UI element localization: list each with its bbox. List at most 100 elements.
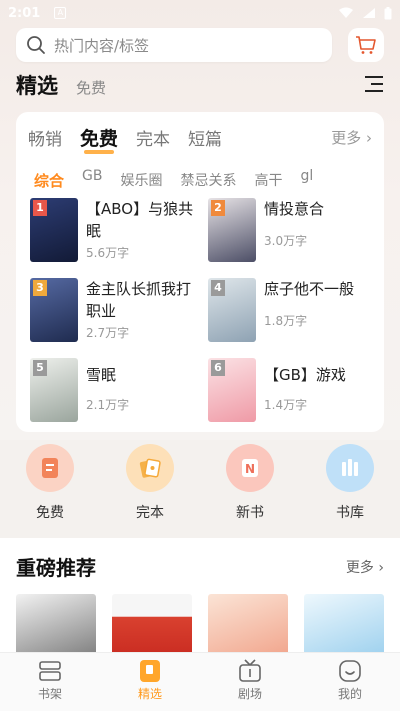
- book-item[interactable]: 2 情投意合 3.0万字: [208, 198, 380, 264]
- subtab-comprehensive[interactable]: 综合: [34, 170, 64, 191]
- book-word-count: 1.8万字: [264, 314, 308, 328]
- book-item[interactable]: 4 庶子他不一般 1.8万字: [208, 278, 380, 344]
- subtab-gl[interactable]: gl: [300, 168, 313, 184]
- nav-featured[interactable]: 精选: [120, 653, 180, 711]
- book-item[interactable]: 5 雪眠 2.1万字: [30, 358, 202, 424]
- chevron-right-icon: ›: [366, 128, 372, 147]
- book-cover: 1: [30, 198, 78, 262]
- book-title: 【GB】游戏: [264, 366, 346, 384]
- recommend-title: 重磅推荐: [16, 556, 96, 580]
- featured-icon: [140, 660, 160, 682]
- svg-text:N: N: [245, 462, 255, 476]
- entry-library[interactable]: 书库: [315, 444, 385, 530]
- new-book-icon: N: [242, 459, 258, 477]
- cards-icon: [139, 458, 161, 478]
- book-item[interactable]: 3 金主队长抓我打职业 2.7万字: [30, 278, 202, 344]
- library-icon: [342, 459, 358, 476]
- wifi-icon: [339, 7, 353, 18]
- nav-bookshelf-label: 书架: [37, 687, 62, 701]
- recommend-more-link[interactable]: 更多 ›: [346, 557, 384, 577]
- cart-icon: [356, 36, 376, 54]
- tab-free-books[interactable]: 免费: [80, 124, 118, 154]
- book-word-count: 2.7万字: [86, 326, 130, 340]
- recommend-book-cover[interactable]: [304, 594, 384, 658]
- subtab-cadre[interactable]: 高干: [254, 170, 282, 190]
- book-info: 【ABO】与狼共眠 5.6万字: [86, 198, 196, 264]
- entry-completed-label: 完本: [136, 505, 164, 521]
- quick-entries: 免费 完本 N 新书 书库: [0, 444, 400, 530]
- book-title: 金主队长抓我打职业: [86, 280, 192, 320]
- status-bar: 2:01 A: [0, 0, 400, 26]
- document-icon: [42, 458, 58, 478]
- more-categories-link[interactable]: 更多 ›: [331, 127, 372, 148]
- book-item[interactable]: 6 【GB】游戏 1.4万字: [208, 358, 380, 424]
- book-title: 情投意合: [264, 200, 325, 218]
- menu-icon[interactable]: [364, 75, 384, 93]
- entry-library-circle: [326, 444, 374, 492]
- book-word-count: 2.1万字: [86, 398, 130, 412]
- book-title: 【ABO】与狼共眠: [86, 200, 194, 240]
- book-cover: 6: [208, 358, 256, 422]
- entry-new-books-label: 新书: [236, 505, 264, 521]
- search-icon: [27, 36, 45, 54]
- rank-badge: 5: [33, 360, 47, 376]
- recommend-book-cover[interactable]: [208, 594, 288, 658]
- book-info: 【GB】游戏 1.4万字: [264, 358, 374, 424]
- tab-completed[interactable]: 完本: [136, 125, 170, 150]
- nav-bookshelf[interactable]: 书架: [20, 653, 80, 711]
- book-word-count: 3.0万字: [264, 234, 308, 248]
- entry-library-label: 书库: [336, 505, 364, 521]
- recommend-more-label: 更多: [345, 559, 374, 576]
- tab-bestseller[interactable]: 畅销: [28, 125, 62, 150]
- recommend-header: 重磅推荐 更多 ›: [16, 552, 384, 581]
- book-cover: 2: [208, 198, 256, 262]
- more-label: 更多: [331, 128, 362, 147]
- subtab-entertainment[interactable]: 娱乐圈: [120, 170, 162, 190]
- top-tabs: 精选 免费: [16, 70, 384, 98]
- rank-badge: 2: [211, 200, 225, 216]
- recommend-book-cover[interactable]: [16, 594, 96, 658]
- entry-free[interactable]: 免费: [15, 444, 85, 530]
- cart-button[interactable]: [348, 28, 384, 62]
- status-time: 2:01: [8, 5, 41, 21]
- entry-free-circle: [26, 444, 74, 492]
- nav-featured-label: 精选: [137, 687, 162, 701]
- recommend-section: 重磅推荐 更多 ›: [0, 538, 400, 658]
- category-tabs: 畅销 免费 完本 短篇 更多 ›: [28, 122, 372, 154]
- recommend-book-cover[interactable]: [112, 594, 192, 658]
- rank-badge: 3: [33, 280, 47, 296]
- book-item[interactable]: 1 【ABO】与狼共眠 5.6万字: [30, 198, 202, 264]
- tab-free[interactable]: 免费: [76, 77, 106, 98]
- tab-short[interactable]: 短篇: [188, 125, 222, 150]
- recommend-covers: [16, 594, 384, 658]
- entry-free-label: 免费: [36, 505, 64, 521]
- signal-icon: [363, 8, 375, 18]
- ranking-panel: 畅销 免费 完本 短篇 更多 › 综合 GB 娱乐圈 禁忌关系 高干 gl 1 …: [16, 112, 384, 432]
- book-cover: 3: [30, 278, 78, 342]
- book-cover: 4: [208, 278, 256, 342]
- book-info: 庶子他不一般 1.8万字: [264, 278, 374, 344]
- rank-badge: 4: [211, 280, 225, 296]
- search-input[interactable]: 热门内容/标签: [16, 28, 332, 62]
- book-info: 情投意合 3.0万字: [264, 198, 374, 264]
- book-word-count: 1.4万字: [264, 398, 308, 412]
- tab-featured[interactable]: 精选: [16, 70, 58, 100]
- nav-profile-label: 我的: [337, 687, 362, 701]
- theater-icon: [239, 659, 261, 682]
- profile-icon: [339, 660, 361, 682]
- subtab-taboo[interactable]: 禁忌关系: [180, 170, 236, 190]
- chevron-right-icon: ›: [378, 559, 384, 576]
- sub-category-tabs: 综合 GB 娱乐圈 禁忌关系 高干 gl: [34, 168, 374, 192]
- entry-completed[interactable]: 完本: [115, 444, 185, 530]
- book-cover: 5: [30, 358, 78, 422]
- nav-profile[interactable]: 我的: [320, 653, 380, 711]
- entry-new-books-circle: N: [226, 444, 274, 492]
- subtab-gb[interactable]: GB: [82, 168, 102, 184]
- search-row: 热门内容/标签: [16, 28, 384, 62]
- book-title: 庶子他不一般: [264, 280, 355, 298]
- entry-completed-circle: [126, 444, 174, 492]
- nav-theater[interactable]: 剧场: [220, 653, 280, 711]
- notification-icon: A: [54, 7, 67, 19]
- book-info: 雪眠 2.1万字: [86, 358, 196, 424]
- entry-new-books[interactable]: N 新书: [215, 444, 285, 530]
